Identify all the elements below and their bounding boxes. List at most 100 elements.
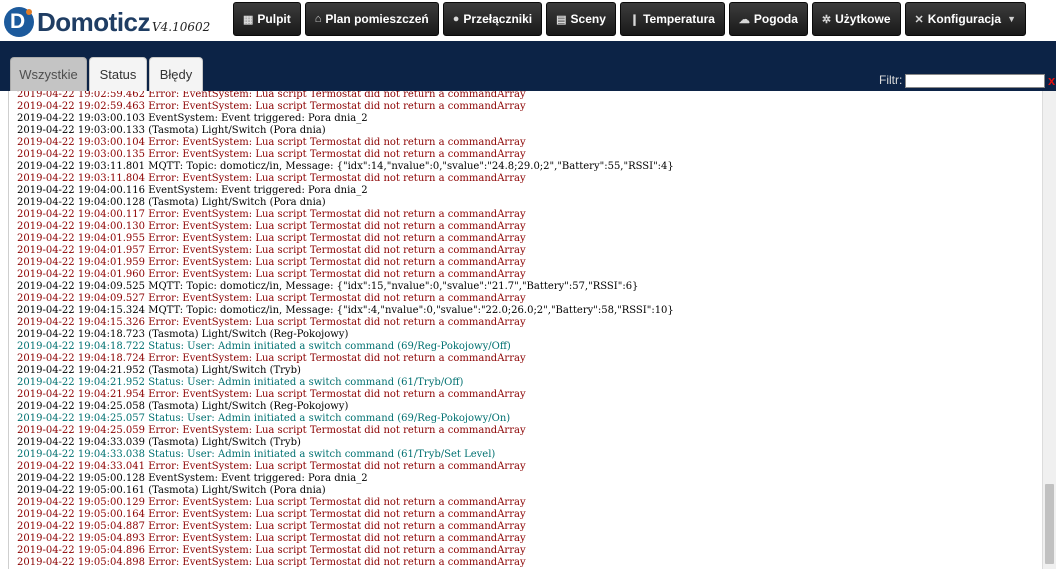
log-timestamp: 2019-04-22 19:04:15.326: [17, 317, 146, 328]
app-version: V4.10602: [152, 20, 211, 34]
log-timestamp: 2019-04-22 19:04:01.959: [17, 257, 146, 268]
log-timestamp: 2019-04-22 19:03:00.135: [17, 149, 146, 160]
nav-button-6[interactable]: ✲ Użytkowe: [811, 2, 901, 36]
utility-icon: ✲: [821, 13, 832, 26]
log-timestamp: 2019-04-22 19:04:18.722: [17, 341, 146, 352]
nav-button-label: Użytkowe: [835, 12, 891, 26]
log-panel: 2019-04-22 19:02:59.462 Error: EventSyst…: [8, 91, 1043, 569]
log-timestamp: 2019-04-22 19:04:18.724: [17, 353, 146, 364]
log-message: Error: EventSystem: Lua script Termostat…: [148, 269, 526, 280]
log-line: 2019-04-22 19:04:18.724 Error: EventSyst…: [17, 353, 674, 365]
log-message: MQTT: Topic: domoticz/in, Message: {"idx…: [148, 305, 674, 316]
log-message: Error: EventSystem: Lua script Termostat…: [148, 257, 526, 268]
log-line: 2019-04-22 19:04:15.324 MQTT: Topic: dom…: [17, 305, 674, 317]
nav-button-7[interactable]: ✕ Konfiguracja ▼: [904, 2, 1026, 36]
log-message: MQTT: Topic: domoticz/in, Message: {"idx…: [148, 281, 639, 292]
tab-wszystkie[interactable]: Wszystkie: [10, 57, 87, 91]
log-line: 2019-04-22 19:04:01.955 Error: EventSyst…: [17, 233, 674, 245]
tab-bledy[interactable]: Błędy: [149, 57, 203, 91]
log-message: Error: EventSystem: Lua script Termostat…: [148, 317, 526, 328]
log-message: Status: User: Admin initiated a switch c…: [148, 449, 496, 460]
nav-button-2[interactable]: ● Przełączniki: [442, 2, 543, 36]
wrench-icon: ✕: [914, 13, 924, 26]
app-name: Domoticz: [37, 7, 151, 37]
log-line: 2019-04-22 19:05:00.129 Error: EventSyst…: [17, 497, 674, 509]
log-message: Error: EventSystem: Lua script Termostat…: [148, 233, 526, 244]
log-timestamp: 2019-04-22 19:04:00.130: [17, 221, 146, 232]
log-timestamp: 2019-04-22 19:05:00.128: [17, 473, 146, 484]
nav-button-label: Konfiguracja: [927, 12, 1002, 26]
log-line: 2019-04-22 19:05:04.896 Error: EventSyst…: [17, 545, 674, 557]
log-message: Error: EventSystem: Lua script Termostat…: [148, 209, 526, 220]
log-line: 2019-04-22 19:05:04.893 Error: EventSyst…: [17, 533, 674, 545]
log-message: Error: EventSystem: Lua script Termostat…: [148, 353, 526, 364]
log-timestamp: 2019-04-22 19:04:25.058: [17, 401, 146, 412]
tab-status[interactable]: Status: [89, 57, 147, 91]
thermometer-icon: ❙: [629, 13, 640, 26]
log-line: 2019-04-22 19:04:15.326 Error: EventSyst…: [17, 317, 674, 329]
log-line: 2019-04-22 19:04:00.116 EventSystem: Eve…: [17, 185, 674, 197]
log-message: (Tasmota) Light/Switch (Tryb): [148, 437, 301, 448]
log-line: 2019-04-22 19:03:11.804 Error: EventSyst…: [17, 173, 674, 185]
log-message: (Tasmota) Light/Switch (Reg-Pokojowy): [148, 401, 349, 412]
log-timestamp: 2019-04-22 19:05:04.896: [17, 545, 146, 556]
log-scrollbar[interactable]: [1042, 91, 1056, 569]
log-message: (Tasmota) Light/Switch (Tryb): [148, 365, 301, 376]
log-line: 2019-04-22 19:04:33.041 Error: EventSyst…: [17, 461, 674, 473]
log-line: 2019-04-22 19:02:59.462 Error: EventSyst…: [17, 91, 674, 101]
filter-input[interactable]: [905, 74, 1045, 88]
log-line: 2019-04-22 19:04:01.957 Error: EventSyst…: [17, 245, 674, 257]
log-message: Error: EventSystem: Lua script Termostat…: [148, 101, 526, 112]
log-timestamp: 2019-04-22 19:03:11.804: [17, 173, 146, 184]
log-line: 2019-04-22 19:04:18.722 Status: User: Ad…: [17, 341, 674, 353]
nav-button-label: Sceny: [570, 12, 606, 26]
log-timestamp: 2019-04-22 19:03:00.103: [17, 113, 146, 124]
log-message: EventSystem: Event triggered: Pora dnia_…: [148, 473, 368, 484]
log-line: 2019-04-22 19:04:21.954 Error: EventSyst…: [17, 389, 674, 401]
log-message: EventSystem: Event triggered: Pora dnia_…: [148, 185, 368, 196]
log-line: 2019-04-22 19:04:25.057 Status: User: Ad…: [17, 413, 674, 425]
log-timestamp: 2019-04-22 19:05:04.887: [17, 521, 146, 532]
log-timestamp: 2019-04-22 19:04:00.128: [17, 197, 146, 208]
log-line: 2019-04-22 19:04:21.952 Status: User: Ad…: [17, 377, 674, 389]
log-line: 2019-04-22 19:03:00.104 Error: EventSyst…: [17, 137, 674, 149]
log-timestamp: 2019-04-22 19:04:21.954: [17, 389, 146, 400]
nav-button-label: Pogoda: [753, 12, 798, 26]
log-message: Status: User: Admin initiated a switch c…: [148, 413, 511, 424]
log-timestamp: 2019-04-22 19:03:00.133: [17, 125, 146, 136]
log-line: 2019-04-22 19:05:04.887 Error: EventSyst…: [17, 521, 674, 533]
log-message: Status: User: Admin initiated a switch c…: [148, 341, 511, 352]
nav-button-3[interactable]: ▤ Sceny: [546, 2, 616, 36]
nav-button-1[interactable]: ⌂ Plan pomieszczeń: [304, 2, 439, 36]
filter-clear-icon[interactable]: x: [1048, 73, 1055, 88]
domoticz-logo[interactable]: D Domoticz V4.10602: [4, 3, 210, 37]
log-message: Error: EventSystem: Lua script Termostat…: [148, 557, 526, 568]
log-message: Error: EventSystem: Lua script Termostat…: [148, 293, 526, 304]
nav-button-5[interactable]: ☁ Pogoda: [728, 2, 808, 36]
log-line: 2019-04-22 19:03:00.103 EventSystem: Eve…: [17, 113, 674, 125]
log-timestamp: 2019-04-22 19:04:25.059: [17, 425, 146, 436]
log-message: Error: EventSystem: Lua script Termostat…: [148, 497, 526, 508]
main-nav: ▦ Pulpit ⌂ Plan pomieszczeń ● Przełączniki ▤ Sc…: [233, 2, 1030, 36]
log-message: Error: EventSystem: Lua script Termostat…: [148, 389, 526, 400]
log-line: 2019-04-22 19:04:00.130 Error: EventSyst…: [17, 221, 674, 233]
log-timestamp: 2019-04-22 19:04:33.038: [17, 449, 146, 460]
log-message: (Tasmota) Light/Switch (Pora dnia): [148, 485, 326, 496]
log-timestamp: 2019-04-22 19:02:59.463: [17, 101, 146, 112]
log-line: 2019-04-22 19:04:01.960 Error: EventSyst…: [17, 269, 674, 281]
log-message: Error: EventSystem: Lua script Termostat…: [148, 91, 526, 100]
log-timestamp: 2019-04-22 19:04:33.041: [17, 461, 146, 472]
nav-button-label: Temperatura: [643, 12, 715, 26]
log-line: 2019-04-22 19:04:25.058 (Tasmota) Light/…: [17, 401, 674, 413]
scrollbar-thumb[interactable]: [1045, 484, 1054, 564]
log-line: 2019-04-22 19:04:33.039 (Tasmota) Light/…: [17, 437, 674, 449]
log-line: 2019-04-22 19:04:00.117 Error: EventSyst…: [17, 209, 674, 221]
nav-button-4[interactable]: ❙ Temperatura: [619, 2, 725, 36]
log-line: 2019-04-22 19:04:33.038 Status: User: Ad…: [17, 449, 674, 461]
log-timestamp: 2019-04-22 19:04:01.957: [17, 245, 146, 256]
log-timestamp: 2019-04-22 19:04:21.952: [17, 365, 146, 376]
log-timestamp: 2019-04-22 19:05:00.129: [17, 497, 146, 508]
logo-icon: D: [4, 7, 34, 37]
nav-button-0[interactable]: ▦ Pulpit: [233, 2, 301, 36]
log-message: Error: EventSystem: Lua script Termostat…: [148, 149, 526, 160]
